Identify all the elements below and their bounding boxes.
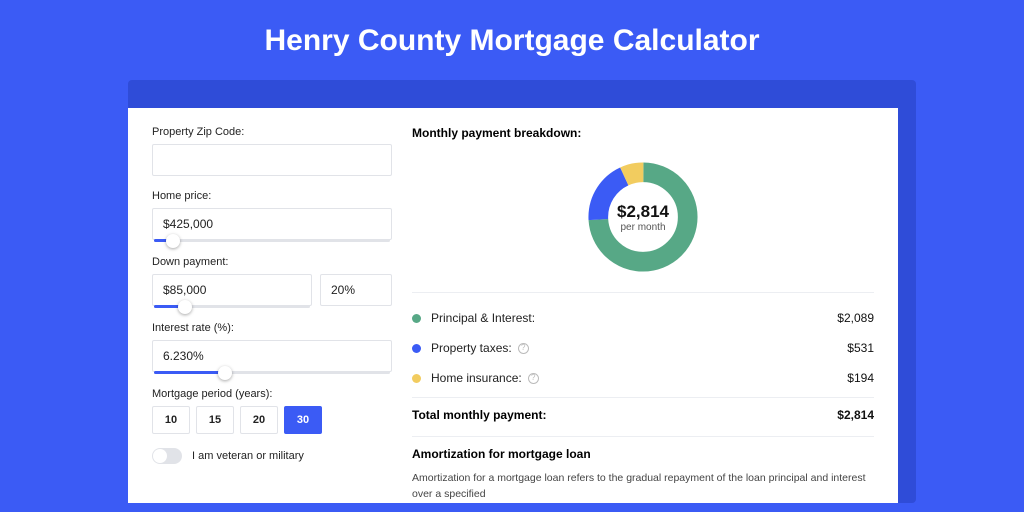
field-interest: Interest rate (%):: [152, 322, 392, 374]
down-payment-pct-input[interactable]: [320, 274, 392, 306]
total-label: Total monthly payment:: [412, 408, 546, 422]
card-backdrop: Property Zip Code: Home price: Down paym…: [128, 80, 916, 503]
page-title: Henry County Mortgage Calculator: [0, 0, 1024, 80]
donut-sub: per month: [620, 222, 665, 233]
veteran-row: I am veteran or military: [152, 448, 392, 464]
calculator-card: Property Zip Code: Home price: Down paym…: [128, 108, 898, 503]
field-home-price: Home price:: [152, 190, 392, 242]
divider: [412, 292, 874, 293]
field-down-payment: Down payment:: [152, 256, 392, 308]
period-label: Mortgage period (years):: [152, 388, 392, 400]
home-price-slider-thumb[interactable]: [166, 234, 180, 248]
label-principal: Principal & Interest:: [431, 311, 535, 325]
veteran-toggle-knob: [153, 449, 167, 463]
value-principal: $2,089: [837, 311, 874, 325]
down-payment-slider[interactable]: [154, 305, 310, 308]
label-insurance-text: Home insurance:: [431, 371, 522, 385]
interest-slider-fill: [154, 371, 225, 374]
home-price-label: Home price:: [152, 190, 392, 202]
divider: [412, 436, 874, 437]
down-payment-input[interactable]: [152, 274, 312, 306]
donut-chart: $2,814 per month: [584, 158, 702, 276]
value-insurance: $194: [847, 371, 874, 385]
field-period: Mortgage period (years): 10 15 20 30: [152, 388, 392, 434]
zip-label: Property Zip Code:: [152, 126, 392, 138]
dot-principal: [412, 314, 421, 323]
down-payment-label: Down payment:: [152, 256, 392, 268]
down-payment-slider-thumb[interactable]: [178, 300, 192, 314]
label-insurance: Home insurance: ?: [431, 371, 539, 385]
veteran-toggle[interactable]: [152, 448, 182, 464]
inputs-column: Property Zip Code: Home price: Down paym…: [152, 126, 392, 503]
veteran-label: I am veteran or military: [192, 450, 304, 462]
interest-slider-thumb[interactable]: [218, 366, 232, 380]
label-taxes-text: Property taxes:: [431, 341, 512, 355]
dot-taxes: [412, 344, 421, 353]
amortization-text: Amortization for a mortgage loan refers …: [412, 471, 874, 503]
field-zip: Property Zip Code:: [152, 126, 392, 176]
period-options: 10 15 20 30: [152, 406, 392, 434]
amortization-title: Amortization for mortgage loan: [412, 447, 874, 461]
period-btn-15[interactable]: 15: [196, 406, 234, 434]
row-total: Total monthly payment: $2,814: [412, 397, 874, 436]
info-icon[interactable]: ?: [528, 373, 539, 384]
donut-center: $2,814 per month: [584, 158, 702, 276]
period-btn-20[interactable]: 20: [240, 406, 278, 434]
info-icon[interactable]: ?: [518, 343, 529, 354]
period-btn-30[interactable]: 30: [284, 406, 322, 434]
home-price-slider[interactable]: [154, 239, 390, 242]
interest-label: Interest rate (%):: [152, 322, 392, 334]
home-price-input[interactable]: [152, 208, 392, 240]
zip-input[interactable]: [152, 144, 392, 176]
dot-insurance: [412, 374, 421, 383]
period-btn-10[interactable]: 10: [152, 406, 190, 434]
donut-amount: $2,814: [617, 202, 669, 222]
interest-slider[interactable]: [154, 371, 390, 374]
breakdown-column: Monthly payment breakdown: $2,814 per mo…: [412, 126, 874, 503]
row-principal: Principal & Interest: $2,089: [412, 303, 874, 333]
breakdown-title: Monthly payment breakdown:: [412, 126, 874, 140]
total-value: $2,814: [837, 408, 874, 422]
donut-wrap: $2,814 per month: [412, 150, 874, 292]
row-insurance: Home insurance: ? $194: [412, 363, 874, 393]
interest-input[interactable]: [152, 340, 392, 372]
label-taxes: Property taxes: ?: [431, 341, 529, 355]
value-taxes: $531: [847, 341, 874, 355]
row-taxes: Property taxes: ? $531: [412, 333, 874, 363]
